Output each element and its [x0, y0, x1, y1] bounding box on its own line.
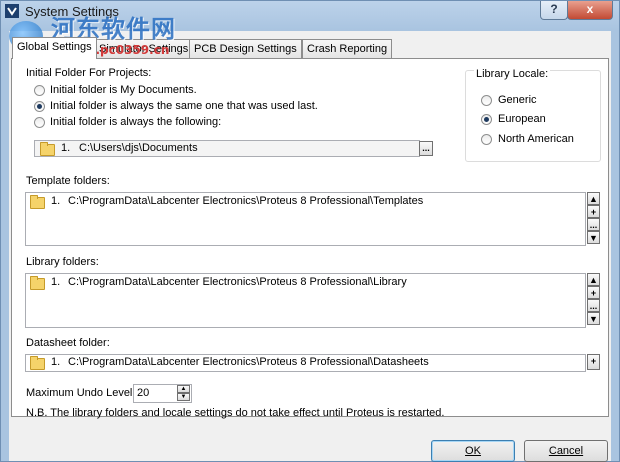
library-move-down-button[interactable]: ▼ — [587, 312, 600, 325]
radio-locale-generic-label[interactable]: Generic — [498, 94, 537, 106]
radio-locale-generic[interactable] — [481, 95, 492, 106]
folder-icon — [30, 356, 45, 370]
radio-locale-north-american-label[interactable]: North American — [498, 133, 574, 145]
library-browse-button[interactable]: ... — [587, 299, 600, 312]
list-item-path: C:\ProgramData\Labcenter Electronics\Pro… — [68, 276, 407, 288]
radio-initial-last-used-label[interactable]: Initial folder is always the same one th… — [50, 100, 318, 112]
folder-icon — [30, 276, 45, 290]
template-move-down-button[interactable]: ▼ — [587, 231, 600, 244]
global-settings-panel: Initial Folder For Projects: Initial fol… — [11, 58, 609, 419]
title-bar[interactable]: System Settings ? x — [1, 1, 619, 23]
tab-simulator-settings[interactable]: Simulator Settings — [94, 39, 194, 58]
template-add-button[interactable]: + — [587, 205, 600, 218]
close-button[interactable]: x — [567, 1, 613, 20]
close-icon: x — [586, 2, 594, 16]
initial-folder-heading: Initial Folder For Projects: — [26, 67, 152, 79]
undo-level-value[interactable]: 20 — [137, 387, 149, 399]
restart-note: N.B. The library folders and locale sett… — [26, 407, 445, 419]
undo-increment-button[interactable]: ▲ — [177, 385, 190, 393]
tab-pcb-design-settings[interactable]: PCB Design Settings — [189, 39, 302, 58]
undo-level-stepper[interactable]: 20 ▲ ▼ — [133, 384, 192, 403]
radio-initial-my-documents-label[interactable]: Initial folder is My Documents. — [50, 84, 197, 96]
initial-folder-path-field[interactable]: 1. C:\Users\djs\Documents — [34, 140, 420, 157]
radio-locale-north-american[interactable] — [481, 134, 492, 145]
folder-icon — [40, 142, 55, 156]
system-settings-window: System Settings ? x Global Settings Simu… — [0, 0, 620, 462]
radio-initial-my-documents[interactable] — [34, 85, 45, 96]
datasheet-folder-index: 1. — [51, 356, 61, 368]
help-button[interactable]: ? — [540, 1, 568, 20]
initial-folder-path-value: C:\Users\djs\Documents — [79, 142, 198, 154]
app-icon — [5, 4, 19, 18]
list-item-path: C:\ProgramData\Labcenter Electronics\Pro… — [68, 195, 424, 207]
list-item-index: 1. — [51, 195, 61, 207]
datasheet-folder-path: C:\ProgramData\Labcenter Electronics\Pro… — [68, 356, 429, 368]
cancel-button-label: Cancel — [548, 445, 584, 457]
datasheet-folder-field[interactable]: 1. C:\ProgramData\Labcenter Electronics\… — [25, 354, 586, 372]
ok-button[interactable]: OK — [431, 440, 515, 462]
datasheet-folder-heading: Datasheet folder: — [26, 337, 110, 349]
library-folders-heading: Library folders: — [26, 256, 99, 268]
ok-button-label: OK — [465, 445, 481, 457]
template-move-up-button[interactable]: ▲ — [587, 192, 600, 205]
dialog-body: Global Settings Simulator Settings PCB D… — [9, 31, 611, 462]
template-browse-button[interactable]: ... — [587, 218, 600, 231]
radio-initial-following[interactable] — [34, 117, 45, 128]
radio-locale-european-label[interactable]: European — [498, 113, 546, 125]
browse-initial-folder-button[interactable]: ... — [419, 141, 433, 156]
template-folders-heading: Template folders: — [26, 175, 110, 187]
folder-icon — [30, 195, 45, 209]
tab-global-settings[interactable]: Global Settings — [12, 37, 97, 59]
radio-locale-european[interactable] — [481, 114, 492, 125]
template-folders-list[interactable]: 1. C:\ProgramData\Labcenter Electronics\… — [25, 192, 586, 246]
list-item-index: 1. — [51, 276, 61, 288]
library-move-up-button[interactable]: ▲ — [587, 273, 600, 286]
undo-decrement-button[interactable]: ▼ — [177, 393, 190, 401]
datasheet-add-button[interactable]: + — [587, 354, 600, 370]
library-add-button[interactable]: + — [587, 286, 600, 299]
window-title: System Settings — [25, 4, 119, 19]
library-locale-heading: Library Locale: — [474, 68, 551, 80]
initial-folder-path-index: 1. — [61, 142, 71, 154]
cancel-button[interactable]: Cancel — [524, 440, 608, 462]
library-folders-list[interactable]: 1. C:\ProgramData\Labcenter Electronics\… — [25, 273, 586, 328]
radio-initial-following-label[interactable]: Initial folder is always the following: — [50, 116, 221, 128]
tab-crash-reporting[interactable]: Crash Reporting — [302, 39, 393, 58]
radio-initial-last-used[interactable] — [34, 101, 45, 112]
undo-level-label: Maximum Undo Level — [26, 387, 133, 399]
